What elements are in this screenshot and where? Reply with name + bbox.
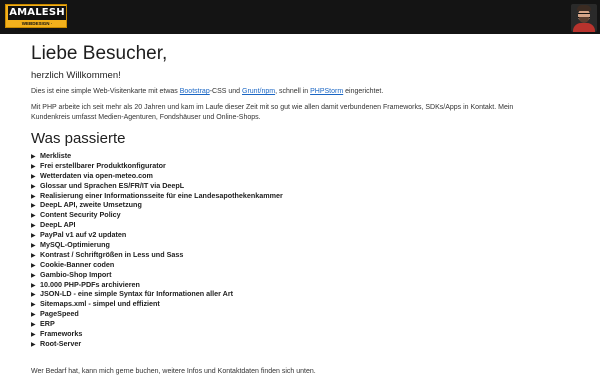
list-item[interactable]: ▶ DeepL API <box>31 220 283 230</box>
list-item-label: Root-Server <box>40 338 82 348</box>
grunt-npm-link[interactable]: Grunt/npm <box>242 88 275 95</box>
list-item-label: JSON-LD - eine simple Syntax für Informa… <box>40 289 234 299</box>
top-bar: AMALESH WEBDESIGN · PROGRAMMIERUNG <box>0 0 600 34</box>
list-item-label: Realisierung einer Informationsseite für… <box>40 190 283 200</box>
list-item-label: Gambio-Shop Import <box>40 269 112 279</box>
list-item-label: Glossar und Sprachen ES/FR/IT via DeepL <box>40 180 185 190</box>
list-item[interactable]: ▶ Root-Server <box>31 339 283 349</box>
list-item[interactable]: ▶ Sitemaps.xml - simpel und effizient <box>31 299 283 309</box>
list-item-label: Content Security Policy <box>40 210 121 220</box>
avatar-hair <box>577 5 591 11</box>
list-item-label: ERP <box>40 319 55 329</box>
list-item-label: Sitemaps.xml - simpel und effizient <box>40 299 160 309</box>
php-experience-paragraph: Mit PHP arbeite ich seit mehr als 20 Jah… <box>31 104 514 121</box>
logo-text: AMALESH <box>8 6 66 20</box>
bootstrap-link[interactable]: Bootstrap <box>180 88 210 95</box>
footer-text: Wer Bedarf hat, kann mich gerne buchen, … <box>31 368 316 375</box>
page-title: Liebe Besucher, <box>31 43 168 64</box>
intro-text-3: , schnell in <box>275 88 311 95</box>
list-item[interactable]: ▶ PageSpeed <box>31 309 283 319</box>
list-item[interactable]: ▶ ERP <box>31 319 283 329</box>
list-item[interactable]: ▶ DeepL API, zweite Umsetzung <box>31 200 283 210</box>
list-item-label: Frei erstellbarer Produktkonfigurator <box>40 160 166 170</box>
list-item[interactable]: ▶ Merkliste <box>31 151 283 161</box>
triangle-right-icon: ▶ <box>31 341 36 348</box>
list-item[interactable]: ▶ 10.000 PHP-PDFs archivieren <box>31 280 283 290</box>
list-item-label: PayPal v1 auf v2 updaten <box>40 230 127 240</box>
list-item-label: DeepL API, zweite Umsetzung <box>40 200 142 210</box>
site-logo[interactable]: AMALESH WEBDESIGN · PROGRAMMIERUNG <box>5 4 67 32</box>
list-item[interactable]: ▶ Realisierung einer Informationsseite fü… <box>31 191 283 201</box>
phpstorm-link[interactable]: PHPStorm <box>310 88 343 95</box>
list-item[interactable]: ▶ Wetterdaten via open-meteo.com <box>31 171 283 181</box>
list-item-label: DeepL API <box>40 220 76 230</box>
intro-paragraph: Dies ist eine simple Web-Visitenkarte mi… <box>31 87 591 97</box>
list-item[interactable]: ▶ PayPal v1 auf v2 updaten <box>31 230 283 240</box>
list-item-label: Merkliste <box>40 151 72 160</box>
intro-text-2: -CSS und <box>209 88 243 95</box>
intro-text-4: eingerichtet. <box>343 88 384 95</box>
welcome-subtitle: herzlich Willkommen! <box>31 70 121 81</box>
intro-text-1: Dies ist eine simple Web-Visitenkarte mi… <box>31 88 180 95</box>
projects-list: ▶ Merkliste ▶ Frei erstellbarer Produktkonf… <box>31 151 283 349</box>
list-item[interactable]: ▶ Cookie-Banner coden <box>31 260 283 270</box>
logo-subtext: WEBDESIGN · PROGRAMMIERUNG <box>14 21 60 32</box>
list-item-label: Frameworks <box>40 329 83 339</box>
list-item[interactable]: ▶ JSON-LD - eine simple Syntax für Inform… <box>31 289 283 299</box>
list-item[interactable]: ▶ Content Security Policy <box>31 210 283 220</box>
list-item-label: Cookie-Banner coden <box>40 259 115 269</box>
section-title: Was passierte <box>31 130 126 147</box>
avatar-body <box>573 23 595 32</box>
list-item-label: 10.000 PHP-PDFs archivieren <box>40 279 140 289</box>
list-item-label: Wetterdaten via open-meteo.com <box>40 170 153 180</box>
list-item-label: MySQL-Optimierung <box>40 240 110 250</box>
list-item[interactable]: ▶ Glossar und Sprachen ES/FR/IT via DeepL <box>31 181 283 191</box>
list-item[interactable]: ▶ Gambio-Shop Import <box>31 270 283 280</box>
list-item[interactable]: ▶ Frei erstellbarer Produktkonfigurator <box>31 161 283 171</box>
list-item[interactable]: ▶ Kontrast / Schriftgrößen in Less und Sa… <box>31 250 283 260</box>
list-item-label: PageSpeed <box>40 309 79 319</box>
list-item[interactable]: ▶ MySQL-Optimierung <box>31 240 283 250</box>
list-item-label: Kontrast / Schriftgrößen in Less und Sas… <box>40 249 184 259</box>
list-item[interactable]: ▶ Frameworks <box>31 329 283 339</box>
avatar[interactable] <box>571 4 597 32</box>
